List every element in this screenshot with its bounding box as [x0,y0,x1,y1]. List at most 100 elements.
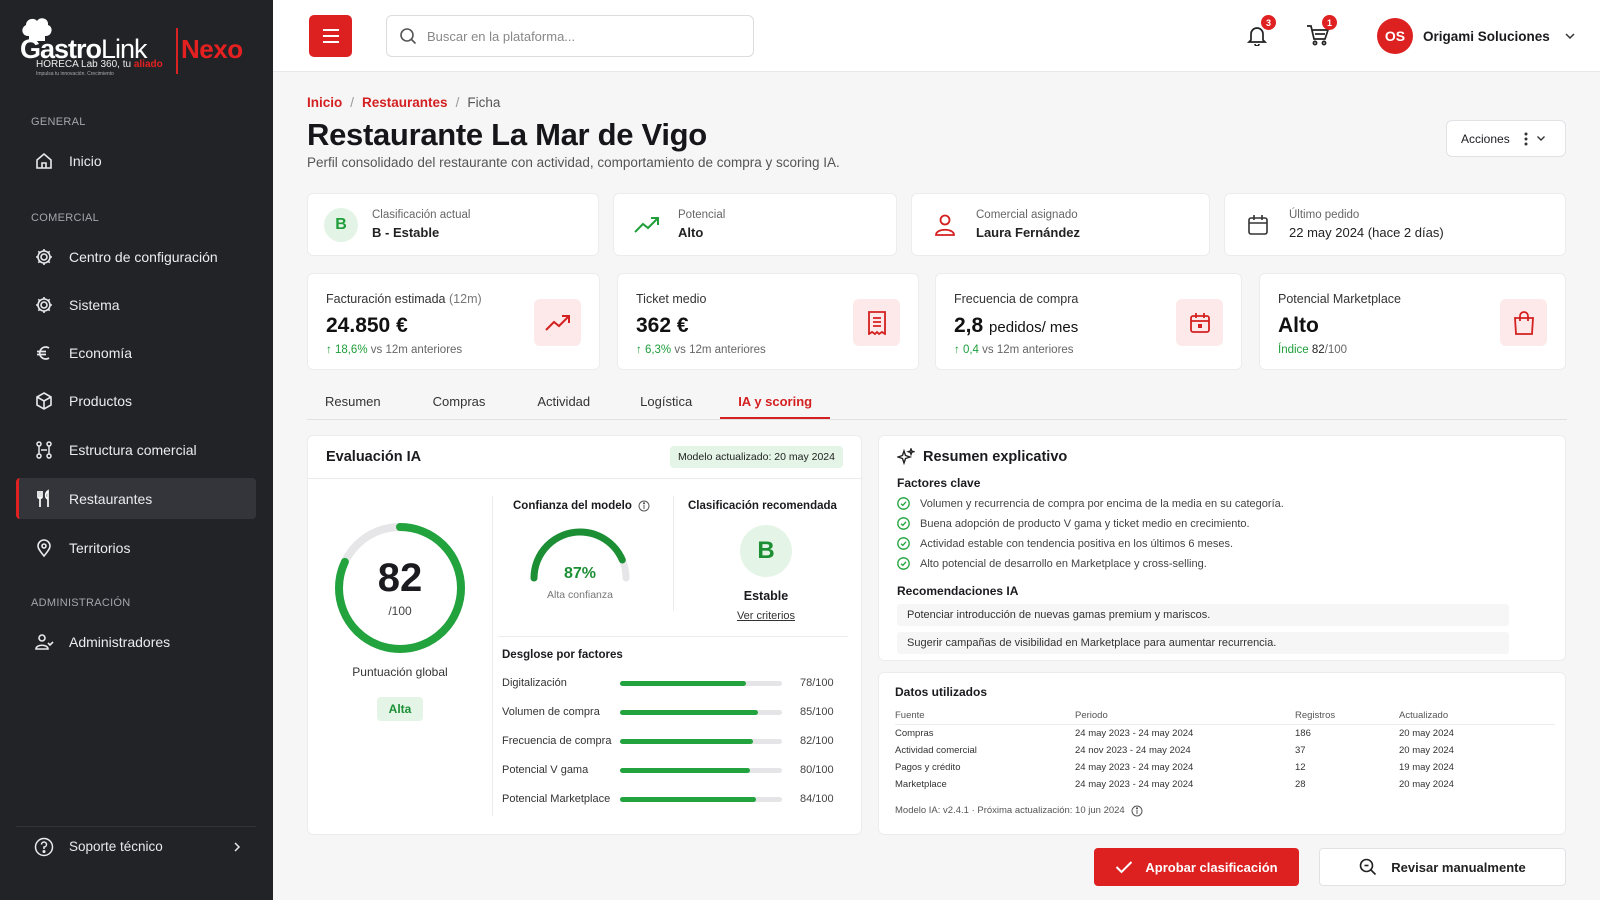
cart-button[interactable]: 1 [1303,15,1337,50]
factor-row: Digitalización 78/100 [502,675,842,691]
table-header-row: Fuente Periodo Registros Actualizado [895,707,1555,725]
kpi-ticket-medio: Ticket medio 362 € ↑ 6,3% vs 12m anterio… [617,273,919,370]
sidebar-item-label: Restaurantes [69,490,153,507]
table-row: Actividad comercial 24 nov 2023 - 24 may … [895,742,1555,759]
kpi-facturacion: Facturación estimada (12m) 24.850 € ↑ 18… [307,273,600,370]
panel-title: Resumen explicativo [897,448,1547,466]
user-menu[interactable]: OS Origami Soluciones [1377,18,1576,54]
table-row: Compras 24 may 2023 - 24 may 2024 186 20 ma… [895,725,1555,742]
support-label: Soporte técnico [69,839,163,854]
tab-actividad[interactable]: Actividad [503,388,608,419]
classification-badge: B [324,207,358,242]
factor-row: Potencial V gama 80/100 [502,762,842,778]
support-link[interactable]: Soporte técnico [16,826,256,866]
brand-logo[interactable]: GastroLink Nexo HORECA Lab 360, tu aliad… [20,14,250,84]
factor-row: Frecuencia de compra 82/100 [502,733,842,749]
sidebar-item-estructura[interactable]: Estructura comercial [16,429,256,470]
data-used-panel: Datos utilizados Fuente Periodo Registro… [878,672,1566,835]
cart-badge: 1 [1322,15,1337,30]
score-level-badge: Alta [377,697,423,721]
magnifier-icon [1359,858,1377,876]
recommended-label: Estable [743,589,789,603]
info-card-potencial: Potencial Alto [613,193,897,256]
list-item: Buena adopción de producto V gama y tick… [897,517,1547,530]
page-title: Restaurante La Mar de Vigo [307,117,707,152]
sidebar-item-sistema[interactable]: Sistema [16,284,256,325]
list-item: Volumen y recurrencia de compra por enci… [897,497,1547,510]
factor-name: Frecuencia de compra [502,735,612,747]
button-label: Revisar manualmente [1391,859,1526,875]
org-chart-icon [34,440,54,460]
table-row: Marketplace 24 may 2023 - 24 may 2024 28 20… [895,776,1555,793]
breadcrumb-separator: / [455,95,460,110]
sidebar-item-label: Sistema [69,296,120,313]
info-value: B - Estable [372,225,440,240]
sidebar-item-restaurantes[interactable]: Restaurantes [16,478,256,519]
recommended-title: Clasificación recomendada [688,500,837,512]
divider [498,636,848,637]
factor-name: Digitalización [502,677,567,689]
info-label: Comercial asignado [976,209,1078,221]
factor-bar [620,796,782,802]
table-cell: 20 may 2024 [1399,744,1454,756]
sidebar-item-configuracion[interactable]: Centro de configuración [16,236,256,277]
table-cell: 24 may 2023 - 24 may 2024 [1075,727,1194,739]
breadcrumb-home[interactable]: Inicio [307,95,342,110]
table-cell: 12 [1295,761,1306,773]
table-cell: 19 may 2024 [1399,761,1454,773]
check-circle-icon [897,497,910,510]
kebab-icon [1524,132,1528,145]
actions-button[interactable]: Acciones [1446,120,1566,157]
factor-row: Potencial Marketplace 84/100 [502,791,842,807]
sidebar-item-productos[interactable]: Productos [16,380,256,421]
page-subtitle: Perfil consolidado del restaurante con a… [307,155,840,170]
topbar: 3 1 OS Origami Soluciones [273,0,1600,72]
sidebar-item-label: Estructura comercial [69,441,197,458]
factor-value: 80/100 [800,764,834,776]
breadcrumb-restaurantes[interactable]: Restaurantes [362,95,448,110]
search-input[interactable] [427,28,727,44]
divider [492,496,493,816]
tab-ia-scoring[interactable]: IA y scoring [720,388,831,419]
list-item: Alto potencial de desarrollo en Marketpl… [897,557,1547,570]
confidence-label: Alta confianza [547,589,613,601]
sidebar-item-label: Territorios [69,539,131,556]
column-header: Fuente [895,707,1075,725]
criteria-link[interactable]: Ver criterios [688,610,844,622]
search-box[interactable] [386,15,754,57]
trend-up-icon [630,208,664,242]
button-label: Aprobar clasificación [1145,859,1278,875]
model-note: Modelo IA: v2.4.1 · Próxima actualizació… [895,805,1549,817]
tab-compras[interactable]: Compras [399,388,504,419]
table-cell: 24 may 2023 - 24 may 2024 [1075,761,1194,773]
sidebar-item-label: Economía [69,344,133,361]
sidebar-item-inicio[interactable]: Inicio [16,140,256,181]
brand-tagline: HORECA Lab 360, tu aliado [36,59,163,70]
sidebar-item-label: Inicio [69,152,102,169]
info-icon[interactable] [638,500,650,512]
hamburger-icon [322,29,339,43]
table-row: Pagos y crédito 24 may 2023 - 24 may 2024… [895,759,1555,776]
breakdown-title: Desglose por factores [502,649,623,661]
factor-bar [620,738,782,744]
manual-review-button[interactable]: Revisar manualmente [1319,848,1566,886]
sidebar-item-administradores[interactable]: Administradores [16,621,256,662]
sparkles-icon [897,448,915,466]
table-cell: 37 [1295,744,1306,756]
table-cell: 186 [1295,727,1311,739]
factor-bar-fill [620,796,757,802]
table-cell: 20 may 2024 [1399,727,1454,739]
factor-value: 82/100 [800,735,834,747]
approve-classification-button[interactable]: Aprobar clasificación [1094,848,1299,886]
brand-tagline-small: Impulsa tu innovación. Crecimiento [36,71,114,77]
tab-resumen[interactable]: Resumen [307,388,399,419]
menu-button[interactable] [309,15,352,57]
tab-logistica[interactable]: Logística [608,388,720,419]
sidebar-item-economia[interactable]: Economía [16,332,256,373]
info-icon[interactable] [1131,805,1143,817]
factor-value: 84/100 [800,793,834,805]
sidebar-item-territorios[interactable]: Territorios [16,527,256,568]
score-value: 82 [377,556,423,600]
notifications-button[interactable]: 3 [1242,15,1276,50]
model-updated-badge: Modelo actualizado: 20 may 2024 [669,446,843,468]
